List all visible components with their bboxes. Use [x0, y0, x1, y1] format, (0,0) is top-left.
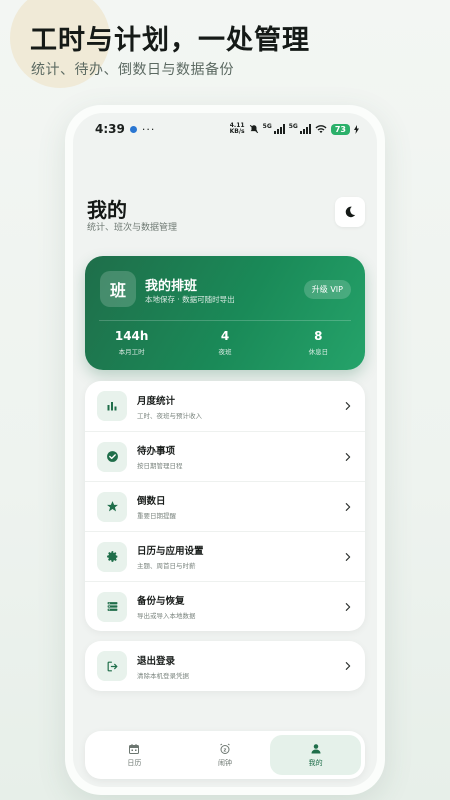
svg-text:z: z	[224, 747, 227, 753]
menu-item-subtitle: 主题、周首日与时薪	[137, 562, 196, 570]
page-title: 我的	[87, 198, 127, 222]
menu-item-text: 退出登录 清除本机登录凭据	[137, 653, 343, 680]
stat-label: 夜班	[218, 348, 232, 356]
schedule-card[interactable]: 班 我的排班 本地保存 · 数据可随时导出 升级 VIP 144h 本月工时 4…	[85, 256, 365, 370]
status-left: 4:39 ···	[95, 122, 155, 136]
chevron-right-icon	[345, 602, 351, 611]
status-time: 4:39	[95, 122, 125, 136]
menu-item-text: 倒数日 重要日期提醒	[137, 493, 343, 520]
menu-item-todos[interactable]: 待办事项 按日期管理日程	[85, 431, 365, 481]
menu-item-calendar-settings[interactable]: 日历与应用设置 主题、周首日与时薪	[85, 531, 365, 581]
schedule-badge: 班	[100, 271, 136, 307]
stat-value: 4	[220, 329, 230, 343]
theme-toggle-button[interactable]	[335, 197, 365, 227]
nav-tab-mine[interactable]: 我的	[270, 735, 362, 775]
schedule-subtitle: 本地保存 · 数据可随时导出	[145, 295, 235, 304]
status-right: 4.11 KB/s 5G 5G 73	[230, 123, 359, 135]
logout-button[interactable]: 退出登录 清除本机登录凭据	[85, 641, 365, 691]
page-subtitle: 统计、班次与数据管理	[87, 223, 178, 233]
menu-item-text: 备份与恢复 导出或导入本地数据	[137, 593, 343, 620]
nav-label: 闹钟	[218, 758, 232, 767]
settings-menu: 月度统计 工时、夜班与预计收入 待办事项 按日期管理日程 倒数日 重要日期提醒 …	[85, 381, 365, 631]
alarm-icon: z	[220, 743, 230, 754]
star-icon	[106, 501, 118, 512]
sim1-label: 5G	[262, 123, 272, 130]
stat-label: 本月工时	[118, 348, 145, 356]
nav-label: 日历	[127, 758, 142, 767]
stat-month-hours: 144h 本月工时	[85, 329, 178, 356]
signal-icon-2	[299, 124, 311, 134]
mi-icon-wrap	[97, 591, 127, 622]
hero-divider	[99, 320, 351, 321]
mi-icon-wrap	[97, 441, 127, 472]
logout-subtitle: 清除本机登录凭据	[137, 671, 189, 680]
menu-item-title: 倒数日	[137, 496, 166, 507]
network-speed-unit: KB/s	[229, 128, 245, 135]
promo-title: 工时与计划，一处管理	[30, 25, 310, 56]
person-icon	[311, 743, 321, 753]
mi-icon-wrap	[97, 651, 127, 681]
upgrade-vip-button[interactable]: 升级 VIP	[303, 280, 351, 299]
menu-item-subtitle: 工时、夜班与预计收入	[137, 411, 202, 420]
menu-item-text: 日历与应用设置 主题、周首日与时薪	[137, 543, 343, 570]
menu-item-title: 待办事项	[137, 446, 176, 457]
menu-item-title: 日历与应用设置	[137, 546, 204, 557]
storage-icon	[107, 602, 117, 611]
menu-item-text: 月度统计 工时、夜班与预计收入	[137, 393, 343, 420]
chevron-right-icon	[345, 402, 351, 410]
mute-bell-icon	[249, 124, 258, 134]
logout-card: 退出登录 清除本机登录凭据	[85, 641, 365, 691]
signal-icon-1	[273, 124, 285, 134]
menu-item-subtitle: 导出或导入本地数据	[137, 612, 196, 620]
menu-item-subtitle: 按日期管理日程	[137, 462, 183, 470]
menu-item-title: 月度统计	[137, 395, 176, 407]
status-bar: 4:39 ··· 4.11 KB/s 5G 5G 73	[73, 113, 377, 145]
logout-icon	[107, 661, 117, 671]
gear-icon	[106, 551, 117, 562]
mi-icon-wrap	[97, 541, 127, 572]
nav-tab-calendar[interactable]: 日历	[89, 735, 180, 775]
menu-item-title: 备份与恢复	[137, 596, 185, 607]
chevron-right-icon	[345, 502, 351, 511]
chevron-right-icon	[345, 452, 351, 461]
chevron-right-icon	[345, 552, 351, 561]
schedule-title: 我的排班	[145, 279, 198, 294]
notification-dot-icon	[129, 125, 137, 133]
stat-value: 144h	[114, 329, 149, 343]
chevron-right-icon	[345, 662, 351, 670]
menu-item-subtitle: 重要日期提醒	[137, 512, 176, 520]
menu-item-countdown[interactable]: 倒数日 重要日期提醒	[85, 481, 365, 531]
menu-item-monthly-stats[interactable]: 月度统计 工时、夜班与预计收入	[85, 381, 365, 431]
phone-frame: 4:39 ··· 4.11 KB/s 5G 5G 73 我的 统计、班次与数据管…	[65, 105, 385, 795]
stat-label: 休息日	[308, 348, 329, 356]
menu-item-backup-restore[interactable]: 备份与恢复 导出或导入本地数据	[85, 581, 365, 631]
logout-title: 退出登录	[137, 655, 176, 667]
nav-tab-alarm[interactable]: z 闹钟	[180, 735, 271, 775]
battery-icon: 73	[330, 123, 350, 135]
schedule-stats: 144h 本月工时 4 夜班 8 休息日	[85, 329, 365, 356]
stat-night-shifts: 4 夜班	[178, 329, 271, 356]
status-more-icon: ···	[141, 122, 156, 136]
bar-chart-icon	[107, 402, 117, 411]
wifi-icon	[315, 125, 327, 133]
phone-screen: 4:39 ··· 4.11 KB/s 5G 5G 73 我的 统计、班次与数据管…	[73, 113, 377, 787]
promo-subtitle: 统计、待办、倒数日与数据备份	[31, 62, 234, 78]
mi-icon-wrap	[97, 491, 127, 522]
mi-icon-wrap	[97, 391, 127, 421]
moon-icon	[345, 206, 356, 218]
bottom-nav: 日历 z 闹钟 我的	[85, 731, 365, 779]
nav-label: 我的	[308, 758, 323, 767]
check-circle-icon	[106, 451, 118, 462]
stat-rest-days: 8 休息日	[272, 329, 365, 356]
network-speed: 4.11 KB/s	[230, 123, 245, 135]
charging-icon	[354, 124, 359, 134]
stat-value: 8	[314, 329, 323, 343]
sim2-label: 5G	[288, 123, 298, 130]
calendar-icon	[129, 743, 140, 754]
menu-item-text: 待办事项 按日期管理日程	[137, 443, 343, 470]
